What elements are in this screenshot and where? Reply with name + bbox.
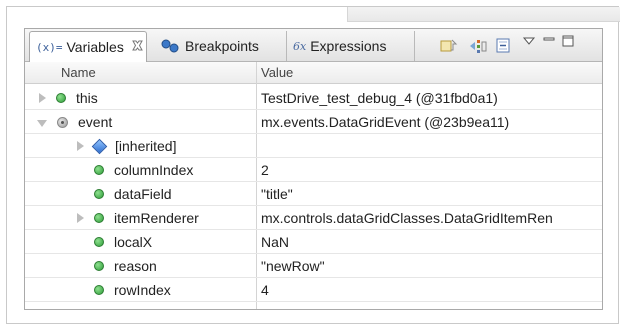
expand-arrow-icon[interactable] — [77, 213, 84, 223]
column-header: Name Value — [25, 62, 602, 84]
variable-row-this[interactable]: this TestDrive_test_debug_4 (@31fbd0a1) — [25, 86, 602, 110]
variable-name: rowIndex — [114, 282, 171, 298]
green-dot-icon — [94, 213, 104, 223]
show-type-names-icon[interactable] — [440, 38, 460, 54]
variable-name: itemRenderer — [114, 210, 199, 226]
green-dot-icon — [56, 93, 66, 103]
expressions-icon: 6x — [293, 39, 307, 53]
view-tab-bar: (x)= Variables Breakpoints 6x Expression… — [25, 29, 602, 62]
close-icon[interactable] — [131, 40, 143, 54]
tab-expressions-label: Expressions — [310, 38, 387, 54]
expand-arrow-icon[interactable] — [39, 93, 46, 103]
variable-row-localx[interactable]: localX NaN — [25, 230, 602, 254]
collapse-arrow-icon[interactable] — [37, 119, 47, 127]
variable-value: NaN — [261, 234, 290, 250]
variable-name: [inherited] — [115, 138, 177, 154]
tab-variables-label: Variables — [66, 39, 124, 55]
variable-name: localX — [114, 234, 153, 250]
tab-expressions[interactable]: 6x Expressions — [289, 31, 415, 61]
tab-breakpoints[interactable]: Breakpoints — [155, 31, 287, 61]
variables-icon: (x)= — [36, 40, 63, 54]
variable-row-itemrenderer[interactable]: itemRenderer mx.controls.dataGridClasses… — [25, 206, 602, 230]
variable-value: 4 — [261, 282, 269, 298]
minimize-icon[interactable] — [542, 35, 556, 47]
variable-row-datafield[interactable]: dataField "title" — [25, 182, 602, 206]
variable-name: dataField — [114, 186, 172, 202]
column-header-value[interactable]: Value — [261, 65, 293, 80]
variable-row-inherited[interactable]: [inherited] — [25, 134, 602, 158]
column-header-name[interactable]: Name — [61, 65, 96, 80]
show-logical-structure-icon[interactable] — [468, 38, 488, 54]
background-tab-strip — [347, 7, 620, 22]
collapse-all-icon[interactable] — [495, 38, 513, 54]
variable-value: mx.events.DataGridEvent (@23b9ea11) — [261, 114, 510, 130]
expand-arrow-icon[interactable] — [77, 141, 84, 151]
variable-name: event — [78, 114, 113, 130]
variable-name: this — [76, 90, 98, 106]
variable-row-rowindex[interactable]: rowIndex 4 — [25, 278, 602, 302]
variable-name: columnIndex — [114, 162, 194, 178]
variable-value: "newRow" — [261, 258, 325, 274]
green-dot-icon — [94, 237, 104, 247]
inherited-diamond-icon — [91, 138, 108, 154]
maximize-icon[interactable] — [561, 34, 575, 48]
variable-row-event[interactable]: event mx.events.DataGridEvent (@23b9ea11… — [25, 110, 602, 134]
variable-value: "title" — [261, 186, 293, 202]
variable-value: TestDrive_test_debug_4 (@31fbd0a1) — [261, 90, 498, 106]
variable-row-columnindex[interactable]: columnIndex 2 — [25, 158, 602, 182]
variable-value: 2 — [261, 162, 269, 178]
green-dot-icon — [94, 189, 104, 199]
tab-variables[interactable]: (x)= Variables — [29, 31, 147, 62]
green-dot-icon — [94, 261, 104, 271]
tab-breakpoints-label: Breakpoints — [185, 38, 259, 54]
variables-view: (x)= Variables Breakpoints 6x Expression… — [24, 28, 603, 310]
variable-name: reason — [114, 258, 157, 274]
breakpoints-icon — [161, 39, 181, 53]
green-dot-icon — [94, 165, 104, 175]
variable-row-reason[interactable]: reason "newRow" — [25, 254, 602, 278]
gray-dot-icon — [57, 116, 68, 128]
green-dot-icon — [94, 285, 104, 295]
variable-value: mx.controls.dataGridClasses.DataGridItem… — [261, 210, 553, 226]
view-menu-icon[interactable] — [522, 35, 536, 47]
